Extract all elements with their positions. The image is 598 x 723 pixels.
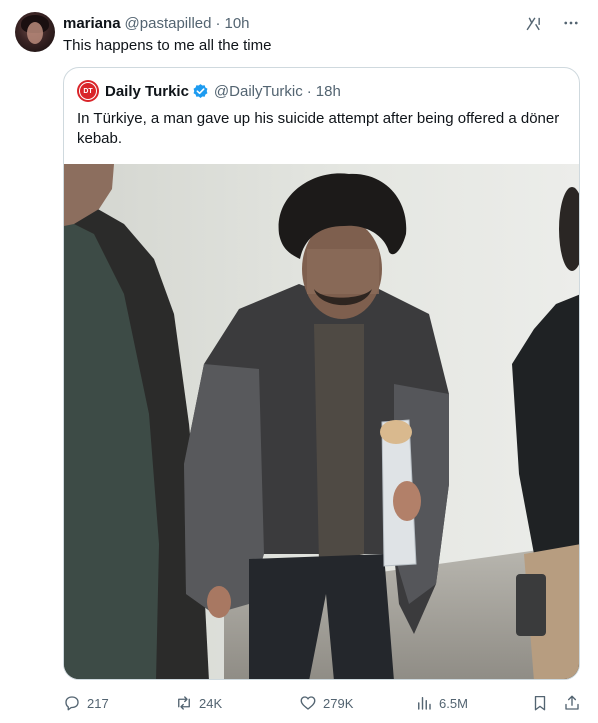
man-shirt — [314, 324, 364, 564]
repost-button[interactable]: 24K — [175, 692, 222, 714]
reply-button[interactable]: 217 — [63, 692, 109, 714]
verified-icon — [193, 83, 208, 98]
quoted-post[interactable]: DT Daily Turkic @DailyTurkic · 18h In Tü… — [63, 67, 580, 680]
more-icon[interactable] — [562, 14, 580, 32]
quoted-post-time[interactable]: 18h — [316, 83, 341, 100]
doner-kebab — [380, 420, 412, 444]
views-button[interactable]: 6.5M — [415, 692, 468, 714]
quoted-author-handle[interactable]: @DailyTurkic — [214, 83, 303, 100]
top-right-icons — [525, 14, 580, 32]
tweet-header: mariana @pastapilled · 10h — [63, 13, 250, 33]
post-time[interactable]: 10h — [225, 15, 250, 32]
repost-count: 24K — [199, 695, 223, 711]
views-icon — [418, 697, 431, 710]
man-face-pixelation — [307, 249, 379, 294]
tweet-text: This happens to me all the time — [63, 37, 272, 54]
bookmark-icon — [534, 695, 546, 711]
views-count: 6.5M — [439, 695, 468, 711]
man-right-hand — [393, 481, 421, 521]
quoted-post-photo[interactable] — [64, 164, 580, 680]
author-name[interactable]: mariana — [63, 15, 121, 32]
quoted-avatar-ring: DT — [79, 82, 97, 100]
grok-icon[interactable] — [525, 15, 542, 32]
quoted-author-name[interactable]: Daily Turkic — [105, 83, 189, 100]
quoted-avatar-logo: DT — [80, 83, 96, 99]
reply-count: 217 — [87, 695, 109, 711]
quoted-author-avatar[interactable]: DT — [77, 80, 99, 102]
tweet-actions: 217 24K 279K 6.5M — [63, 692, 583, 714]
reply-icon — [65, 696, 79, 711]
like-icon — [300, 696, 316, 710]
like-button[interactable]: 279K — [299, 692, 353, 714]
like-count: 279K — [323, 695, 354, 711]
author-avatar[interactable] — [15, 12, 55, 52]
man-left-hand — [207, 586, 231, 618]
right-person-radio — [516, 574, 546, 636]
quoted-post-text: In Türkiye, a man gave up his suicide at… — [77, 110, 560, 147]
quoted-post-header: DT Daily Turkic @DailyTurkic · 18h — [77, 80, 341, 102]
bookmark-button[interactable] — [531, 692, 549, 714]
share-icon — [565, 695, 579, 710]
share-button[interactable] — [563, 692, 581, 714]
quoted-separator-dot: · — [306, 82, 312, 100]
author-handle[interactable]: @pastapilled — [125, 15, 212, 32]
repost-icon — [178, 696, 190, 710]
separator-dot: · — [215, 14, 221, 32]
avatar-face — [27, 22, 43, 44]
tweet[interactable]: mariana @pastapilled · 10h This happens … — [0, 0, 598, 723]
